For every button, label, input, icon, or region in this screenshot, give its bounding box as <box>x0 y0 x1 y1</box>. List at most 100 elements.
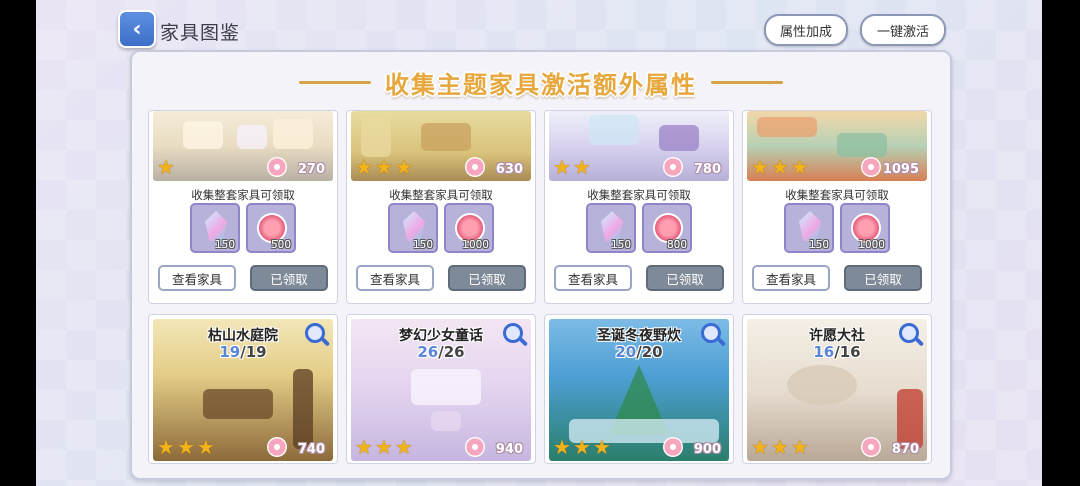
star-rating: ★ ★ ★ <box>157 437 215 457</box>
reward-qty: 150 <box>214 239 235 251</box>
theme-scene-image: ★ ★ ★ 1095 <box>747 111 927 181</box>
reward-item[interactable]: 1000 <box>840 203 890 253</box>
reward-list: 150 500 <box>149 203 337 253</box>
chevron-left-icon: ‹ <box>132 16 142 42</box>
star-icon: ★ <box>196 435 215 459</box>
reward-subtitle: 收集整套家具可领取 <box>191 188 295 202</box>
star-rating: ★ ★ ★ <box>751 437 809 457</box>
star-icon: ★ <box>572 155 591 179</box>
progress-current: 20 <box>615 343 637 361</box>
points-value: 870 <box>891 442 919 457</box>
claimed-button: 已领取 <box>646 265 724 291</box>
reward-item[interactable]: 150 <box>388 203 438 253</box>
page-title: 家具图鉴 <box>160 22 241 44</box>
view-furniture-button[interactable]: 查看家具 <box>158 265 236 291</box>
reward-item[interactable]: 150 <box>784 203 834 253</box>
reward-item[interactable]: 800 <box>642 203 692 253</box>
view-furniture-button[interactable]: 查看家具 <box>554 265 632 291</box>
progress-total: /19 <box>240 343 267 361</box>
progress-total: /26 <box>438 343 465 361</box>
back-button[interactable]: ‹ <box>118 10 156 48</box>
points-value: 630 <box>495 162 523 177</box>
theme-scene-image: ★ 270 <box>153 111 333 181</box>
card-buttons: 查看家具 已领取 <box>545 265 733 291</box>
progress-current: 16 <box>813 343 835 361</box>
progress-total: /20 <box>636 343 663 361</box>
reward-item[interactable]: 150 <box>586 203 636 253</box>
theme-card: ★ 270 收集整套家具可领取 150 500 查看家具 已领取 <box>148 110 338 304</box>
reward-qty: 1000 <box>858 239 885 251</box>
attribute-bonus-button[interactable]: 属性加成 <box>764 14 848 46</box>
card-buttons: 查看家具 已领取 <box>743 265 931 291</box>
theme-scene-image: ★ ★ ★ 630 <box>351 111 531 181</box>
star-icon: ★ <box>176 435 195 459</box>
theme-card[interactable]: 枯山水庭院 19/19 ★ ★ ★ 740 <box>148 314 338 464</box>
star-icon: ★ <box>553 155 571 179</box>
star-icon: ★ <box>770 155 789 179</box>
flower-icon <box>861 157 881 177</box>
reward-item[interactable]: 150 <box>190 203 240 253</box>
flower-icon <box>267 437 287 457</box>
magnifier-icon[interactable] <box>701 323 721 343</box>
cards-grid: ★ 270 收集整套家具可领取 150 500 查看家具 已领取 ★ ★ ★ 6… <box>132 52 950 478</box>
reward-qty: 150 <box>808 239 829 251</box>
theme-scene-image: ★ ★ 780 <box>549 111 729 181</box>
collection-progress: 20/20 <box>549 343 729 361</box>
crystal-icon <box>403 211 425 241</box>
flower-icon <box>465 437 485 457</box>
theme-scene-image: 圣诞冬夜野炊 20/20 ★ ★ ★ 900 <box>549 319 729 461</box>
progress-total: /16 <box>834 343 861 361</box>
card-buttons: 查看家具 已领取 <box>347 265 535 291</box>
theme-card[interactable]: 圣诞冬夜野炊 20/20 ★ ★ ★ 900 <box>544 314 734 464</box>
progress-current: 19 <box>219 343 241 361</box>
star-icon: ★ <box>553 435 571 459</box>
reward-item[interactable]: 500 <box>246 203 296 253</box>
points-value: 940 <box>495 442 523 457</box>
claimed-button: 已领取 <box>250 265 328 291</box>
points-value: 740 <box>297 442 325 457</box>
view-furniture-button[interactable]: 查看家具 <box>356 265 434 291</box>
theme-card[interactable]: 许愿大社 16/16 ★ ★ ★ 870 <box>742 314 932 464</box>
flower-icon <box>663 437 683 457</box>
reward-item[interactable]: 1000 <box>444 203 494 253</box>
star-icon: ★ <box>751 435 769 459</box>
reward-qty: 800 <box>666 239 687 251</box>
view-furniture-button[interactable]: 查看家具 <box>752 265 830 291</box>
star-icon: ★ <box>572 435 591 459</box>
star-rating: ★ ★ ★ <box>355 437 413 457</box>
theme-card: ★ ★ ★ 630 收集整套家具可领取 150 1000 查看家具 已领取 <box>346 110 536 304</box>
theme-scene-image: 许愿大社 16/16 ★ ★ ★ 870 <box>747 319 927 461</box>
theme-card: ★ ★ ★ 1095 收集整套家具可领取 150 1000 查看家具 已领取 <box>742 110 932 304</box>
star-icon: ★ <box>790 435 809 459</box>
magnifier-icon[interactable] <box>305 323 325 343</box>
crystal-icon <box>205 211 227 241</box>
star-icon: ★ <box>770 435 789 459</box>
points-value: 780 <box>693 162 721 177</box>
furniture-collection-screen: ‹ 家具图鉴 属性加成 一键激活 收集主题家具激活额外属性 ★ 270 收集整套… <box>36 0 1042 486</box>
reward-subtitle: 收集整套家具可领取 <box>389 188 493 202</box>
flower-icon <box>861 437 881 457</box>
theme-card: ★ ★ 780 收集整套家具可领取 150 800 查看家具 已领取 <box>544 110 734 304</box>
reward-list: 150 1000 <box>743 203 931 253</box>
star-icon: ★ <box>374 435 393 459</box>
magnifier-icon[interactable] <box>503 323 523 343</box>
flower-icon <box>465 157 485 177</box>
crystal-icon <box>601 211 623 241</box>
points-value: 900 <box>693 442 721 457</box>
theme-scene-image: 枯山水庭院 19/19 ★ ★ ★ 740 <box>153 319 333 461</box>
theme-scene-image: 梦幻少女童话 26/26 ★ ★ ★ 940 <box>351 319 531 461</box>
star-rating: ★ ★ ★ <box>751 157 809 177</box>
star-rating: ★ ★ <box>553 157 591 177</box>
collection-panel: 收集主题家具激活额外属性 ★ 270 收集整套家具可领取 150 500 查看家… <box>130 50 952 480</box>
magnifier-icon[interactable] <box>899 323 919 343</box>
reward-qty: 150 <box>610 239 631 251</box>
flower-icon <box>663 157 683 177</box>
reward-qty: 1000 <box>462 239 489 251</box>
theme-card[interactable]: 梦幻少女童话 26/26 ★ ★ ★ 940 <box>346 314 536 464</box>
star-rating: ★ <box>157 157 175 177</box>
star-icon: ★ <box>751 155 769 179</box>
one-click-activate-button[interactable]: 一键激活 <box>860 14 946 46</box>
progress-current: 26 <box>417 343 439 361</box>
star-icon: ★ <box>394 435 413 459</box>
crystal-icon <box>799 211 821 241</box>
